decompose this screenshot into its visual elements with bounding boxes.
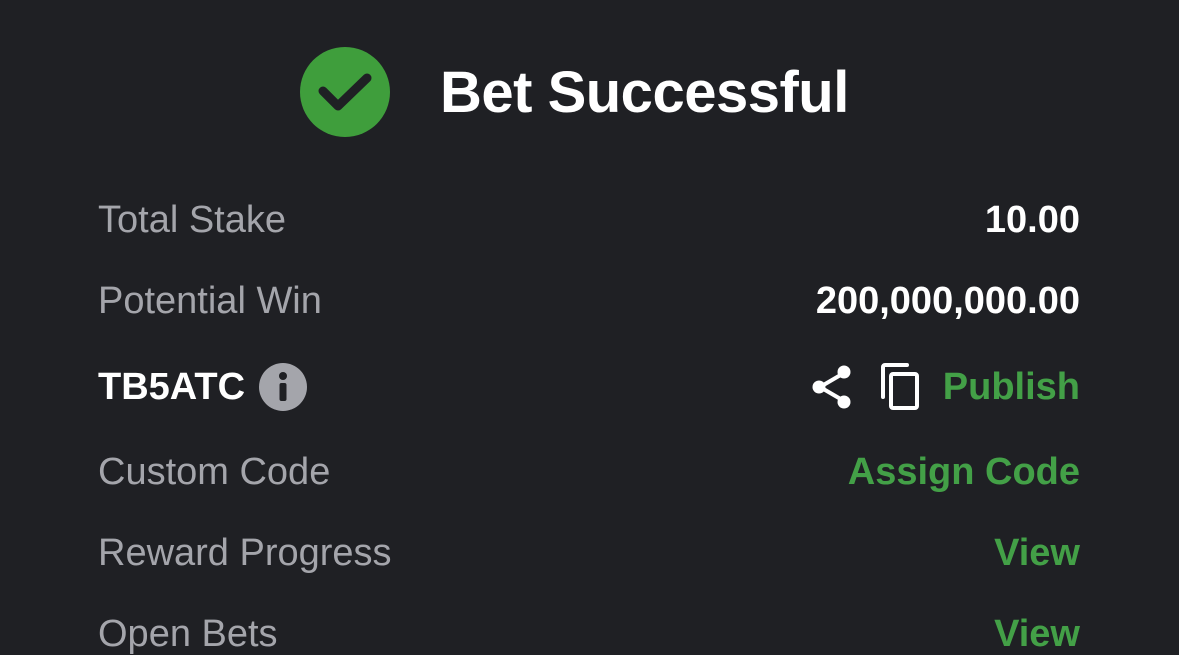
publish-button[interactable]: Publish	[943, 366, 1080, 409]
custom-code-label: Custom Code	[98, 450, 331, 493]
custom-code-row: Custom Code Assign Code	[98, 442, 1080, 502]
open-bets-label: Open Bets	[98, 612, 278, 655]
open-bets-view-link[interactable]: View	[994, 613, 1080, 655]
open-bets-row: Open Bets View	[98, 604, 1080, 655]
potential-win-label: Potential Win	[98, 279, 322, 322]
info-icon[interactable]	[259, 363, 308, 411]
share-icon[interactable]	[809, 364, 855, 410]
booking-code-actions: Publish	[809, 363, 1080, 411]
assign-code-button[interactable]: Assign Code	[848, 451, 1080, 494]
potential-win-row: Potential Win 200,000,000.00	[98, 271, 1080, 331]
success-header: Bet Successful	[300, 47, 849, 137]
reward-progress-view-link[interactable]: View	[994, 532, 1080, 575]
total-stake-row: Total Stake 10.00	[98, 190, 1080, 250]
booking-code: TB5ATC	[98, 365, 246, 408]
bet-success-panel: Bet Successful Total Stake 10.00 Potenti…	[0, 0, 1179, 655]
check-circle-icon	[300, 47, 390, 137]
reward-progress-row: Reward Progress View	[98, 523, 1080, 583]
page-title: Bet Successful	[440, 59, 849, 125]
booking-code-row: TB5ATC Publish	[98, 357, 1080, 417]
total-stake-value: 10.00	[984, 198, 1080, 241]
copy-icon[interactable]	[879, 363, 921, 411]
total-stake-label: Total Stake	[98, 198, 286, 241]
reward-progress-label: Reward Progress	[98, 531, 392, 574]
potential-win-value: 200,000,000.00	[815, 279, 1080, 322]
booking-code-group: TB5ATC	[98, 363, 308, 411]
